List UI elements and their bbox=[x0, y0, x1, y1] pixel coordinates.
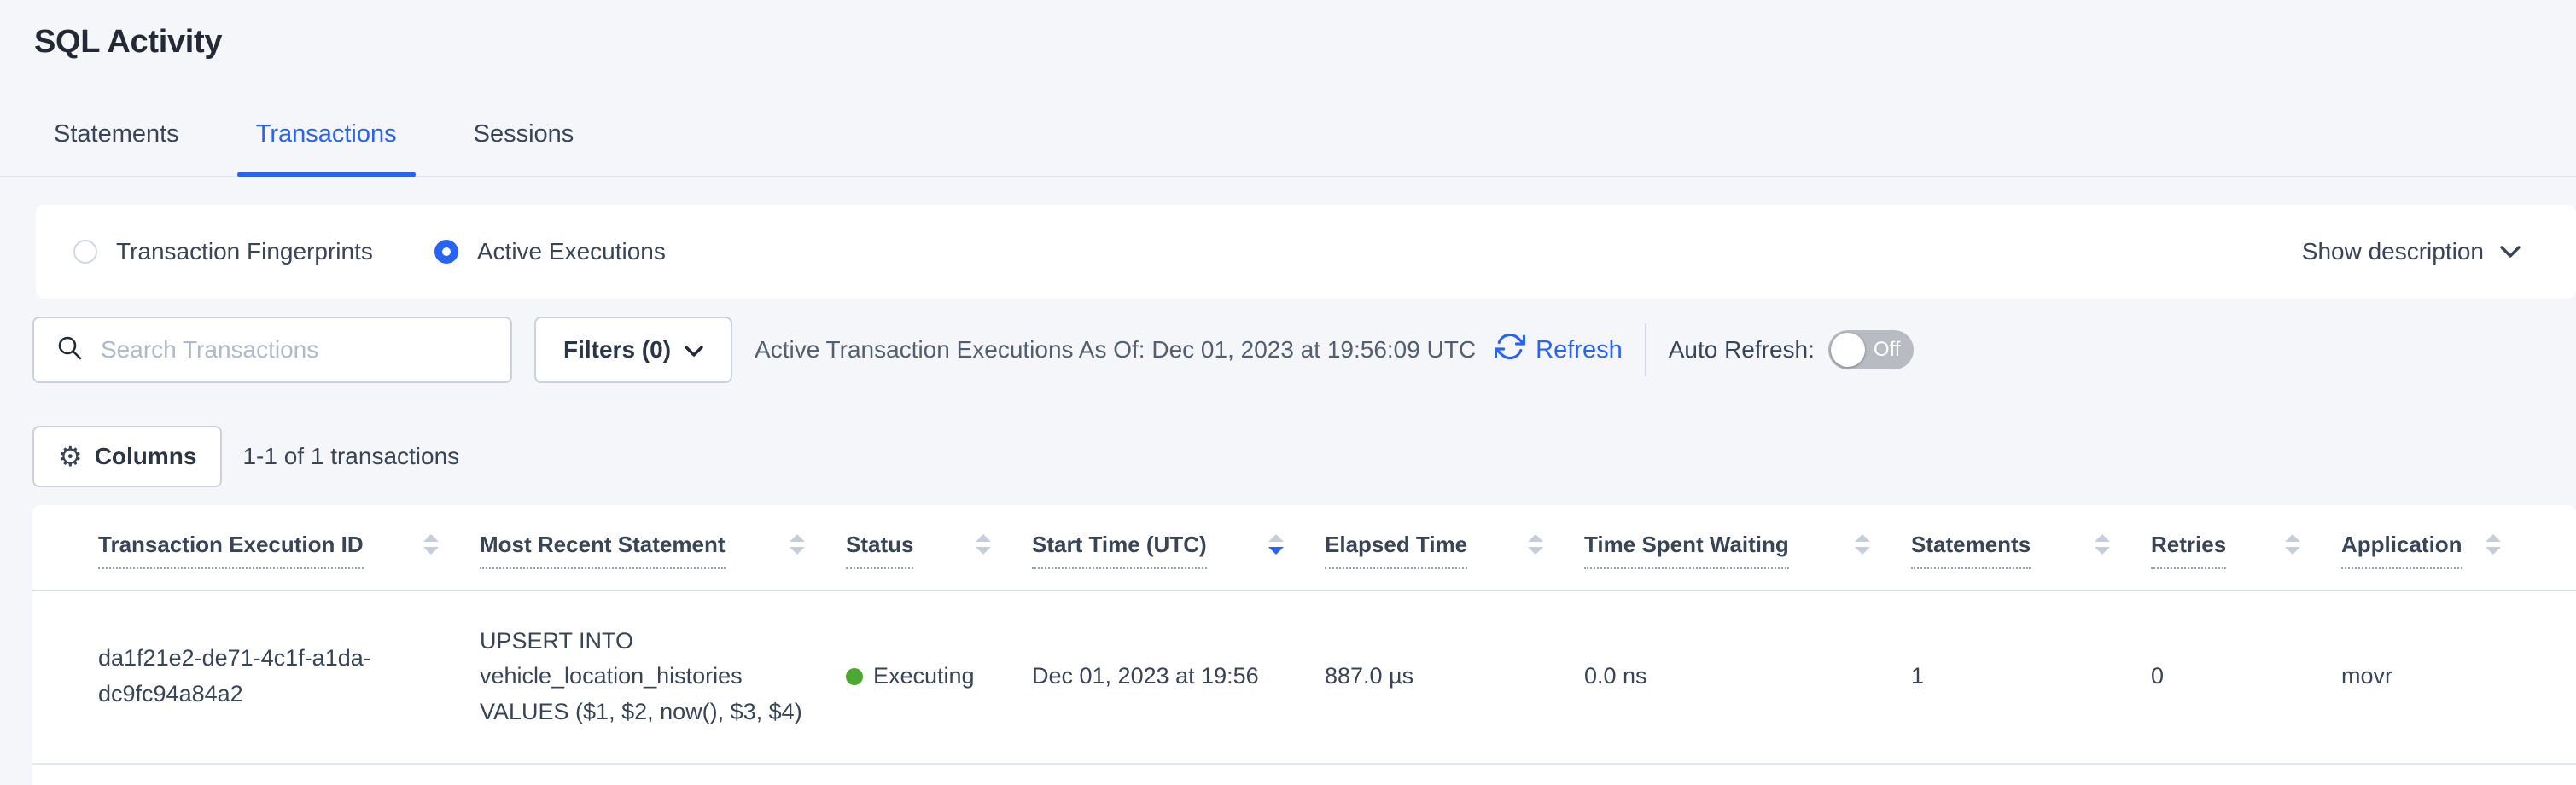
show-description-label: Show description bbox=[2302, 238, 2484, 265]
chevron-down-icon bbox=[2499, 238, 2521, 265]
sort-icon bbox=[788, 532, 807, 561]
toggle-state-label: Off bbox=[1874, 338, 1901, 362]
tab-sessions[interactable]: Sessions bbox=[455, 120, 593, 176]
tab-statements[interactable]: Statements bbox=[35, 120, 198, 176]
sort-desc-icon bbox=[1267, 532, 1285, 561]
sort-icon bbox=[1853, 532, 1872, 561]
cell-time-spent-waiting: 0.0 ns bbox=[1584, 659, 1911, 695]
sort-icon bbox=[974, 532, 993, 561]
column-header-statements[interactable]: Statements bbox=[1911, 531, 2151, 590]
sort-icon bbox=[422, 532, 440, 561]
search-box[interactable] bbox=[32, 317, 512, 383]
chevron-down-icon bbox=[685, 336, 703, 363]
columns-button[interactable]: ⚙ Columns bbox=[32, 426, 222, 487]
cell-status: Executing bbox=[846, 659, 1032, 695]
column-header-time-spent-waiting[interactable]: Time Spent Waiting bbox=[1584, 531, 1911, 590]
cell-start-time: Dec 01, 2023 at 19:56 bbox=[1032, 659, 1325, 695]
cell-retries: 0 bbox=[2151, 659, 2341, 695]
filters-button[interactable]: Filters (0) bbox=[534, 317, 732, 383]
cell-elapsed-time: 887.0 µs bbox=[1325, 659, 1584, 695]
sort-icon bbox=[2484, 532, 2503, 561]
tab-bar: Statements Transactions Sessions bbox=[0, 120, 2576, 177]
search-icon bbox=[56, 334, 84, 366]
show-description-toggle[interactable]: Show description bbox=[2302, 238, 2521, 265]
gear-icon: ⚙ bbox=[58, 443, 83, 470]
column-header-most-recent-statement[interactable]: Most Recent Statement bbox=[480, 531, 846, 590]
table-header-row: Transaction Execution ID Most Recent Sta… bbox=[32, 531, 2576, 591]
result-count: 1-1 of 1 transactions bbox=[242, 443, 459, 470]
column-header-start-time[interactable]: Start Time (UTC) bbox=[1032, 531, 1325, 590]
cell-most-recent-statement[interactable]: UPSERT INTO vehicle_location_histories V… bbox=[480, 624, 846, 731]
vertical-divider bbox=[1645, 323, 1646, 376]
column-header-status[interactable]: Status bbox=[846, 531, 1032, 590]
column-header-elapsed-time[interactable]: Elapsed Time bbox=[1325, 531, 1584, 590]
sql-activity-page: SQL Activity Statements Transactions Ses… bbox=[0, 0, 2576, 785]
toggle-knob-icon bbox=[1831, 333, 1865, 367]
column-header-application[interactable]: Application bbox=[2341, 531, 2542, 590]
search-input[interactable] bbox=[101, 336, 488, 363]
radio-selected-icon[interactable] bbox=[434, 240, 458, 264]
refresh-label: Refresh bbox=[1536, 336, 1623, 364]
executing-status-dot-icon bbox=[846, 668, 863, 685]
cell-statements: 1 bbox=[1911, 659, 2151, 695]
table-row: da1f21e2-de71-4c1f-a1da-dc9fc94a84a2 UPS… bbox=[32, 591, 2576, 765]
status-label: Executing bbox=[873, 659, 975, 695]
tab-transactions[interactable]: Transactions bbox=[237, 120, 416, 176]
transactions-table: Transaction Execution ID Most Recent Sta… bbox=[32, 505, 2576, 785]
auto-refresh-label: Auto Refresh: bbox=[1669, 336, 1815, 363]
table-toolbar: ⚙ Columns 1-1 of 1 transactions bbox=[32, 426, 2576, 487]
filters-label: Filters (0) bbox=[563, 336, 671, 363]
cell-transaction-execution-id[interactable]: da1f21e2-de71-4c1f-a1da-dc9fc94a84a2 bbox=[98, 641, 480, 712]
columns-label: Columns bbox=[95, 443, 197, 470]
column-header-transaction-execution-id[interactable]: Transaction Execution ID bbox=[98, 531, 480, 590]
refresh-icon bbox=[1495, 331, 1525, 369]
page-title: SQL Activity bbox=[34, 24, 2576, 61]
sort-icon bbox=[2093, 532, 2112, 561]
column-header-retries[interactable]: Retries bbox=[2151, 531, 2341, 590]
controls-row: Filters (0) Active Transaction Execution… bbox=[32, 317, 2576, 383]
view-mode-card: Transaction Fingerprints Active Executio… bbox=[36, 205, 2576, 299]
radio-label: Transaction Fingerprints bbox=[116, 238, 373, 265]
radio-label: Active Executions bbox=[477, 238, 666, 265]
radio-transaction-fingerprints[interactable]: Transaction Fingerprints bbox=[73, 238, 373, 265]
refresh-button[interactable]: Refresh bbox=[1495, 331, 1623, 369]
auto-refresh-toggle[interactable]: Off bbox=[1828, 330, 1914, 369]
sort-icon bbox=[1526, 532, 1545, 561]
cell-application: movr bbox=[2341, 659, 2542, 695]
radio-unselected-icon[interactable] bbox=[73, 240, 97, 264]
radio-active-executions[interactable]: Active Executions bbox=[434, 238, 666, 265]
sort-icon bbox=[2283, 532, 2302, 561]
as-of-timestamp: Active Transaction Executions As Of: Dec… bbox=[755, 336, 1476, 363]
